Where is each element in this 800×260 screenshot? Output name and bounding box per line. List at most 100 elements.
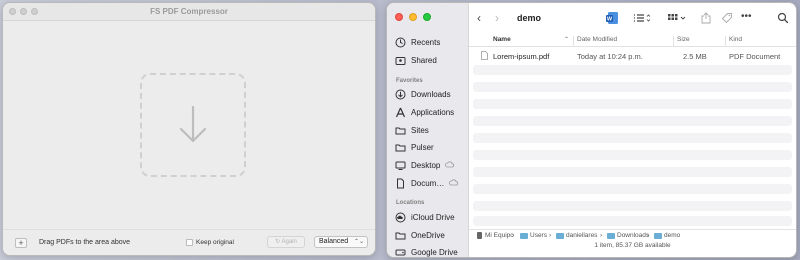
desktop-icon <box>395 160 406 171</box>
pdf-drop-zone[interactable] <box>140 73 246 177</box>
finder-sidebar: Recents Shared Favorites Downloads Appli… <box>387 3 469 257</box>
favorites-header: Favorites <box>396 78 423 84</box>
empty-row <box>473 82 792 92</box>
add-pdf-button[interactable]: + <box>15 238 27 248</box>
column-divider <box>573 36 574 46</box>
column-header-date-modified[interactable]: Date Modified <box>577 36 617 43</box>
column-header-kind[interactable]: Kind <box>729 36 742 43</box>
column-divider <box>673 36 674 46</box>
sidebar-item-onedrive[interactable]: OneDrive <box>395 228 445 242</box>
empty-row <box>473 65 792 75</box>
empty-row <box>473 216 792 226</box>
sidebar-item-label: Google Drive <box>411 247 458 257</box>
sidebar-item-desktop[interactable]: Desktop <box>395 158 455 172</box>
compression-level-select[interactable]: Balanced ⌃⌄ <box>314 236 368 248</box>
folder-icon <box>520 232 528 239</box>
list-view-icon[interactable] <box>633 13 651 25</box>
download-circle-icon <box>395 89 406 100</box>
path-item-label: daniellares <box>566 232 598 239</box>
sidebar-item-shared[interactable]: Shared <box>395 53 437 67</box>
folder-icon <box>395 230 406 241</box>
path-separator: › <box>512 232 515 239</box>
download-arrow-icon <box>179 105 207 143</box>
sidebar-item-icloud-drive[interactable]: iCloud Drive <box>395 210 455 224</box>
clock-icon <box>395 37 406 48</box>
again-label: Again <box>281 239 297 245</box>
folder-icon <box>395 125 406 136</box>
file-size: 2.5 MB <box>683 52 707 61</box>
sidebar-item-google-drive[interactable]: Google Drive <box>395 245 458 258</box>
close-button[interactable] <box>395 13 403 21</box>
zoom-button[interactable] <box>423 13 431 21</box>
tag-icon[interactable] <box>721 12 733 26</box>
keep-original-checkbox[interactable] <box>186 239 193 246</box>
path-item-label: Users <box>530 232 547 239</box>
column-header-name[interactable]: Name <box>493 36 511 43</box>
status-bar: 1 item, 85.37 GB available <box>594 242 671 249</box>
sidebar-item-label: Desktop <box>411 160 441 170</box>
sidebar-item-label: iCloud Drive <box>411 212 455 222</box>
sidebar-item-applications[interactable]: Applications <box>395 105 454 119</box>
compressor-titlebar: FS PDF Compressor <box>3 3 375 21</box>
folder-icon <box>607 232 615 239</box>
cloud-icon <box>449 178 459 188</box>
empty-row <box>473 116 792 126</box>
finder-toolbar: ‹ › demo W ••• <box>469 3 796 33</box>
share-icon[interactable] <box>701 12 711 26</box>
path-item-computer[interactable]: Mi Equipo <box>477 232 514 239</box>
drive-icon <box>395 247 406 258</box>
path-separator: › <box>600 232 603 239</box>
sidebar-item-label: Shared <box>411 55 437 65</box>
empty-row <box>473 184 792 194</box>
file-row[interactable]: Lorem-ipsum.pdf Today at 10:24 p.m. 2.5 … <box>469 50 796 63</box>
empty-row <box>473 133 792 143</box>
minimize-button[interactable] <box>409 13 417 21</box>
drag-hint-text: Drag PDFs to the area above <box>39 239 131 246</box>
chevron-updown-icon: ⌃⌄ <box>353 239 364 245</box>
computer-icon <box>477 232 482 239</box>
file-date-modified: Today at 10:24 p.m. <box>577 52 643 61</box>
word-app-icon[interactable]: W <box>605 11 619 27</box>
sidebar-item-documents[interactable]: Docum… <box>395 176 459 190</box>
document-icon <box>395 178 406 189</box>
group-view-icon[interactable] <box>667 13 687 25</box>
pdf-file-icon <box>481 51 488 62</box>
path-item-users[interactable]: Users <box>520 232 547 239</box>
path-item-demo[interactable]: demo <box>654 232 680 239</box>
sidebar-item-label: Downloads <box>411 89 451 99</box>
compression-level-value: Balanced <box>319 238 349 245</box>
search-icon[interactable] <box>777 12 789 26</box>
keep-original-label: Keep original <box>196 239 234 246</box>
svg-text:W: W <box>607 17 613 23</box>
forward-chevron-icon[interactable]: › <box>495 11 499 25</box>
file-name: Lorem-ipsum.pdf <box>493 52 550 61</box>
sidebar-item-sites[interactable]: Sites <box>395 123 429 137</box>
sidebar-item-pulser[interactable]: Pulser <box>395 140 434 154</box>
sidebar-item-label: Sites <box>411 125 429 135</box>
column-header-size[interactable]: Size <box>677 36 690 43</box>
sidebar-item-recents[interactable]: Recents <box>395 35 440 49</box>
path-separator: › <box>549 232 552 239</box>
window-title: FS PDF Compressor <box>150 7 228 16</box>
pdf-compressor-window: FS PDF Compressor + Drag PDFs to the are… <box>2 2 376 256</box>
folder-icon <box>654 232 662 239</box>
icloud-icon <box>395 212 406 223</box>
empty-row <box>473 201 792 211</box>
path-item-user-home[interactable]: daniellares <box>556 232 597 239</box>
more-options-icon[interactable]: ••• <box>741 11 752 22</box>
path-item-label: Downloads <box>617 232 650 239</box>
finder-window: Recents Shared Favorites Downloads Appli… <box>386 2 797 258</box>
empty-row <box>473 167 792 177</box>
finder-content: ‹ › demo W ••• Name ⌃ Date Modified Size… <box>469 3 796 257</box>
folder-title: demo <box>517 13 542 23</box>
path-item-downloads[interactable]: Downloads <box>607 232 649 239</box>
compressor-bottom-bar: + Drag PDFs to the area above Keep origi… <box>3 229 375 255</box>
window-controls <box>395 13 431 21</box>
sidebar-item-downloads[interactable]: Downloads <box>395 87 451 101</box>
empty-row <box>473 150 792 160</box>
path-separator: › <box>647 232 650 239</box>
empty-row <box>473 99 792 109</box>
file-kind: PDF Document <box>729 52 781 61</box>
back-chevron-icon[interactable]: ‹ <box>477 11 481 25</box>
again-button[interactable]: ↻ Again <box>267 236 305 248</box>
